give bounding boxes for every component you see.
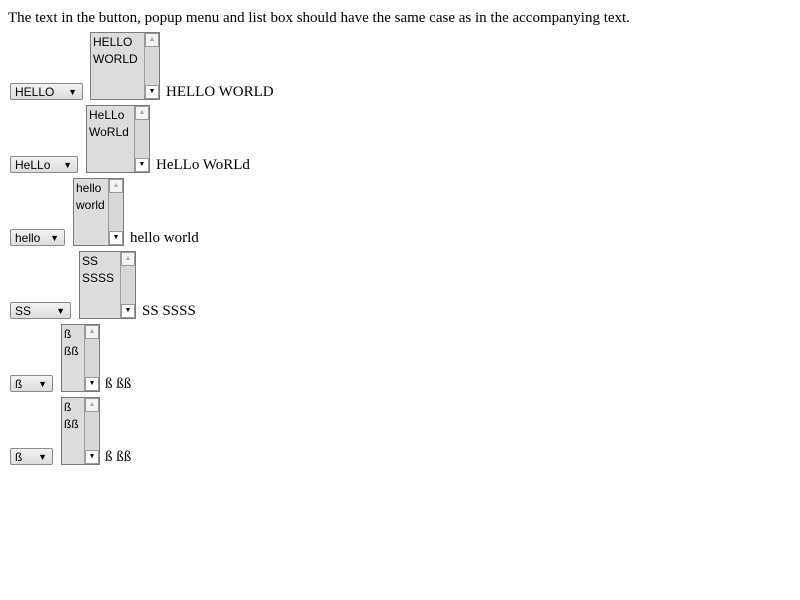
vertical-scrollbar[interactable]: ▲ ▼ [134,106,149,172]
list-item[interactable]: hello [76,180,105,197]
scroll-up-icon[interactable]: ▲ [135,106,149,120]
list-box[interactable]: HeLLo WoRLd ▲ ▼ [86,105,150,173]
vertical-scrollbar[interactable]: ▲ ▼ [120,252,135,318]
scroll-down-icon[interactable]: ▼ [85,377,99,391]
scroll-up-icon[interactable]: ▲ [85,398,99,412]
accompanying-text: SS SSSS [142,303,196,319]
accompanying-text: ß ßß [105,376,132,392]
dropdown-arrow-icon: ▼ [56,306,65,316]
list-item[interactable]: ß [64,399,79,416]
popup-menu[interactable]: HELLO ▼ [10,83,83,100]
vertical-scrollbar[interactable]: ▲ ▼ [84,398,99,464]
vertical-scrollbar[interactable]: ▲ ▼ [108,179,123,245]
popup-menu[interactable]: ß ▼ [10,375,53,392]
popup-menu-value: SS [15,304,32,318]
case-test-row: SS ▼ SS SSSS ▲ ▼ SS SSSS [10,249,310,319]
scroll-down-icon[interactable]: ▼ [145,85,159,99]
popup-menu-value: HeLLo [15,158,51,172]
accompanying-text: hello world [130,230,199,246]
case-test-row: HeLLo ▼ HeLLo WoRLd ▲ ▼ HeLLo WoRLd [10,103,310,173]
case-test-row: HELLO ▼ HELLO WORLD ▲ ▼ HELLO WORLD [10,30,310,100]
popup-menu[interactable]: SS ▼ [10,302,71,319]
list-item[interactable]: WORLD [93,51,138,68]
list-item[interactable]: SS [82,253,114,270]
list-item[interactable]: ß [64,326,79,343]
vertical-scrollbar[interactable]: ▲ ▼ [144,33,159,99]
list-item[interactable]: HeLLo [89,107,129,124]
scroll-up-icon[interactable]: ▲ [145,33,159,47]
scroll-down-icon[interactable]: ▼ [85,450,99,464]
popup-menu-value: ß [15,450,23,464]
dropdown-arrow-icon: ▼ [50,233,59,243]
vertical-scrollbar[interactable]: ▲ ▼ [84,325,99,391]
list-item[interactable]: SSSS [82,270,114,287]
list-item[interactable]: HELLO [93,34,138,51]
popup-menu[interactable]: HeLLo ▼ [10,156,78,173]
dropdown-arrow-icon: ▼ [38,379,47,389]
instructions-text: The text in the button, popup menu and l… [8,10,630,26]
list-item[interactable]: ßß [64,416,79,433]
list-item[interactable]: world [76,197,105,214]
scroll-down-icon[interactable]: ▼ [121,304,135,318]
list-box[interactable]: ß ßß ▲ ▼ [61,324,100,392]
popup-menu[interactable]: hello ▼ [10,229,65,246]
scroll-down-icon[interactable]: ▼ [135,158,149,172]
list-box[interactable]: ß ßß ▲ ▼ [61,397,100,465]
case-test-row: ß ▼ ß ßß ▲ ▼ ß ßß [10,322,310,392]
case-test-row: hello ▼ hello world ▲ ▼ hello world [10,176,310,246]
dropdown-arrow-icon: ▼ [63,160,72,170]
accompanying-text: HeLLo WoRLd [156,157,250,173]
list-item[interactable]: WoRLd [89,124,129,141]
accompanying-text: ß ßß [105,449,132,465]
scroll-down-icon[interactable]: ▼ [109,231,123,245]
list-box[interactable]: SS SSSS ▲ ▼ [79,251,136,319]
popup-menu-value: ß [15,377,23,391]
dropdown-arrow-icon: ▼ [38,452,47,462]
dropdown-arrow-icon: ▼ [68,87,77,97]
list-box[interactable]: hello world ▲ ▼ [73,178,124,246]
case-test-row: ß ▼ ß ßß ▲ ▼ ß ßß [10,395,310,465]
scroll-up-icon[interactable]: ▲ [85,325,99,339]
list-box[interactable]: HELLO WORLD ▲ ▼ [90,32,160,100]
scroll-up-icon[interactable]: ▲ [121,252,135,266]
popup-menu-value: hello [15,231,41,245]
list-item[interactable]: ßß [64,343,79,360]
scroll-up-icon[interactable]: ▲ [109,179,123,193]
popup-menu-value: HELLO [15,85,55,99]
popup-menu[interactable]: ß ▼ [10,448,53,465]
accompanying-text: HELLO WORLD [166,84,274,100]
